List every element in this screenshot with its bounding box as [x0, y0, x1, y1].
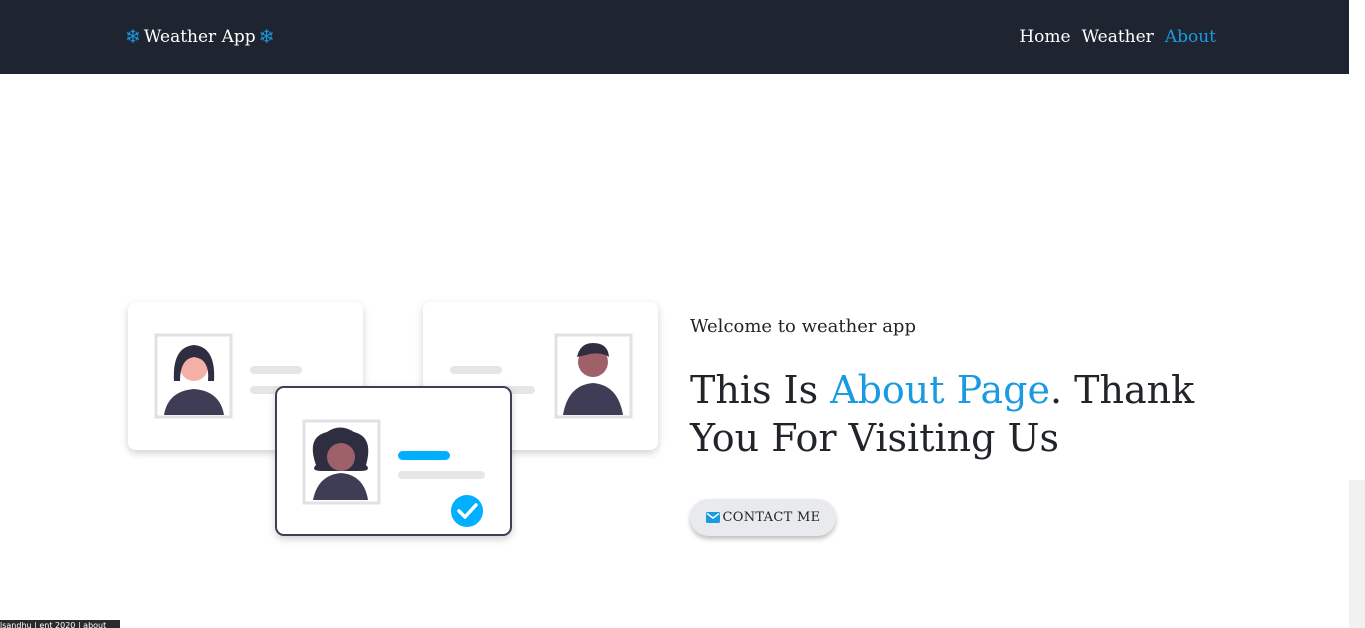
snowflake-icon: ❄ — [258, 25, 275, 48]
brand-label: Weather App — [143, 27, 256, 47]
nav-weather-link[interactable]: Weather — [1082, 27, 1154, 47]
contact-me-label: CONTACT ME — [722, 510, 821, 525]
about-illustration — [110, 285, 680, 560]
headline-prefix: This Is — [690, 368, 831, 412]
nav-links: Home Weather About — [1019, 24, 1216, 50]
check-icon — [451, 495, 483, 527]
nav-home-link[interactable]: Home — [1019, 27, 1070, 47]
scrollbar-thumb[interactable] — [1349, 0, 1365, 480]
vertical-scrollbar[interactable] — [1349, 0, 1365, 628]
envelope-icon — [705, 512, 720, 523]
welcome-text: Welcome to weather app — [690, 316, 916, 337]
profile-card-front — [275, 386, 512, 536]
brand-link[interactable]: ❄ Weather App ❄ — [125, 24, 275, 50]
nav-about-link[interactable]: About — [1165, 27, 1216, 47]
headline-accent: About Page — [830, 368, 1050, 412]
contact-me-button[interactable]: CONTACT ME — [690, 499, 836, 536]
id-cards-illustration — [128, 302, 658, 536]
footer-strip: lsandhu | ent 2020 | about — [0, 620, 120, 628]
page-headline: This Is About Page. Thank You For Visiti… — [690, 366, 1250, 462]
snowflake-icon: ❄ — [125, 25, 141, 48]
navbar: ❄ Weather App ❄ Home Weather About — [0, 0, 1349, 74]
